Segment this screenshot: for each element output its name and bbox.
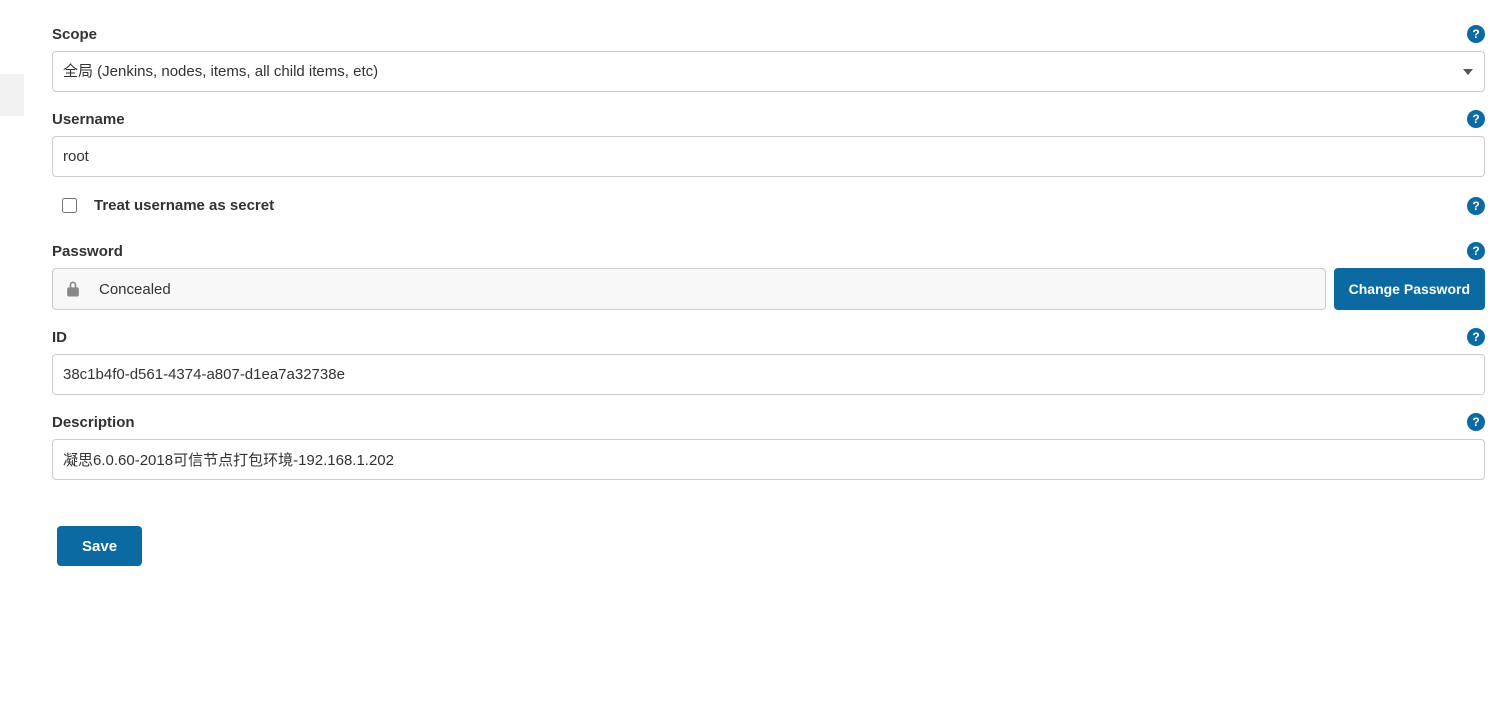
scope-group: Scope ? 全局 (Jenkins, nodes, items, all c…	[52, 25, 1485, 92]
id-input[interactable]	[52, 354, 1485, 395]
help-icon[interactable]: ?	[1467, 413, 1485, 431]
help-icon[interactable]: ?	[1467, 328, 1485, 346]
id-label: ID	[52, 329, 67, 346]
username-label: Username	[52, 111, 125, 128]
help-icon[interactable]: ?	[1467, 25, 1485, 43]
password-group: Password ? Concealed Change Password	[52, 242, 1485, 310]
scope-label: Scope	[52, 26, 97, 43]
help-icon[interactable]: ?	[1467, 110, 1485, 128]
credentials-form: Scope ? 全局 (Jenkins, nodes, items, all c…	[52, 0, 1485, 566]
id-group: ID ?	[52, 328, 1485, 395]
description-group: Description ?	[52, 413, 1485, 480]
help-icon[interactable]: ?	[1467, 242, 1485, 260]
username-group: Username ?	[52, 110, 1485, 177]
password-concealed-box: Concealed	[52, 268, 1326, 310]
description-label: Description	[52, 414, 135, 431]
password-label: Password	[52, 243, 123, 260]
description-input[interactable]	[52, 439, 1485, 480]
sidebar-selected-stub	[0, 74, 24, 116]
treat-as-secret-group: Treat username as secret ?	[52, 195, 1485, 216]
help-icon[interactable]: ?	[1467, 197, 1485, 215]
save-button[interactable]: Save	[57, 526, 142, 566]
password-status-text: Concealed	[99, 281, 171, 298]
change-password-button[interactable]: Change Password	[1334, 268, 1485, 310]
treat-as-secret-label[interactable]: Treat username as secret	[94, 197, 274, 214]
treat-as-secret-checkbox[interactable]	[62, 198, 77, 213]
scope-select[interactable]: 全局 (Jenkins, nodes, items, all child ite…	[52, 51, 1485, 92]
lock-icon	[63, 278, 83, 300]
username-input[interactable]	[52, 136, 1485, 177]
